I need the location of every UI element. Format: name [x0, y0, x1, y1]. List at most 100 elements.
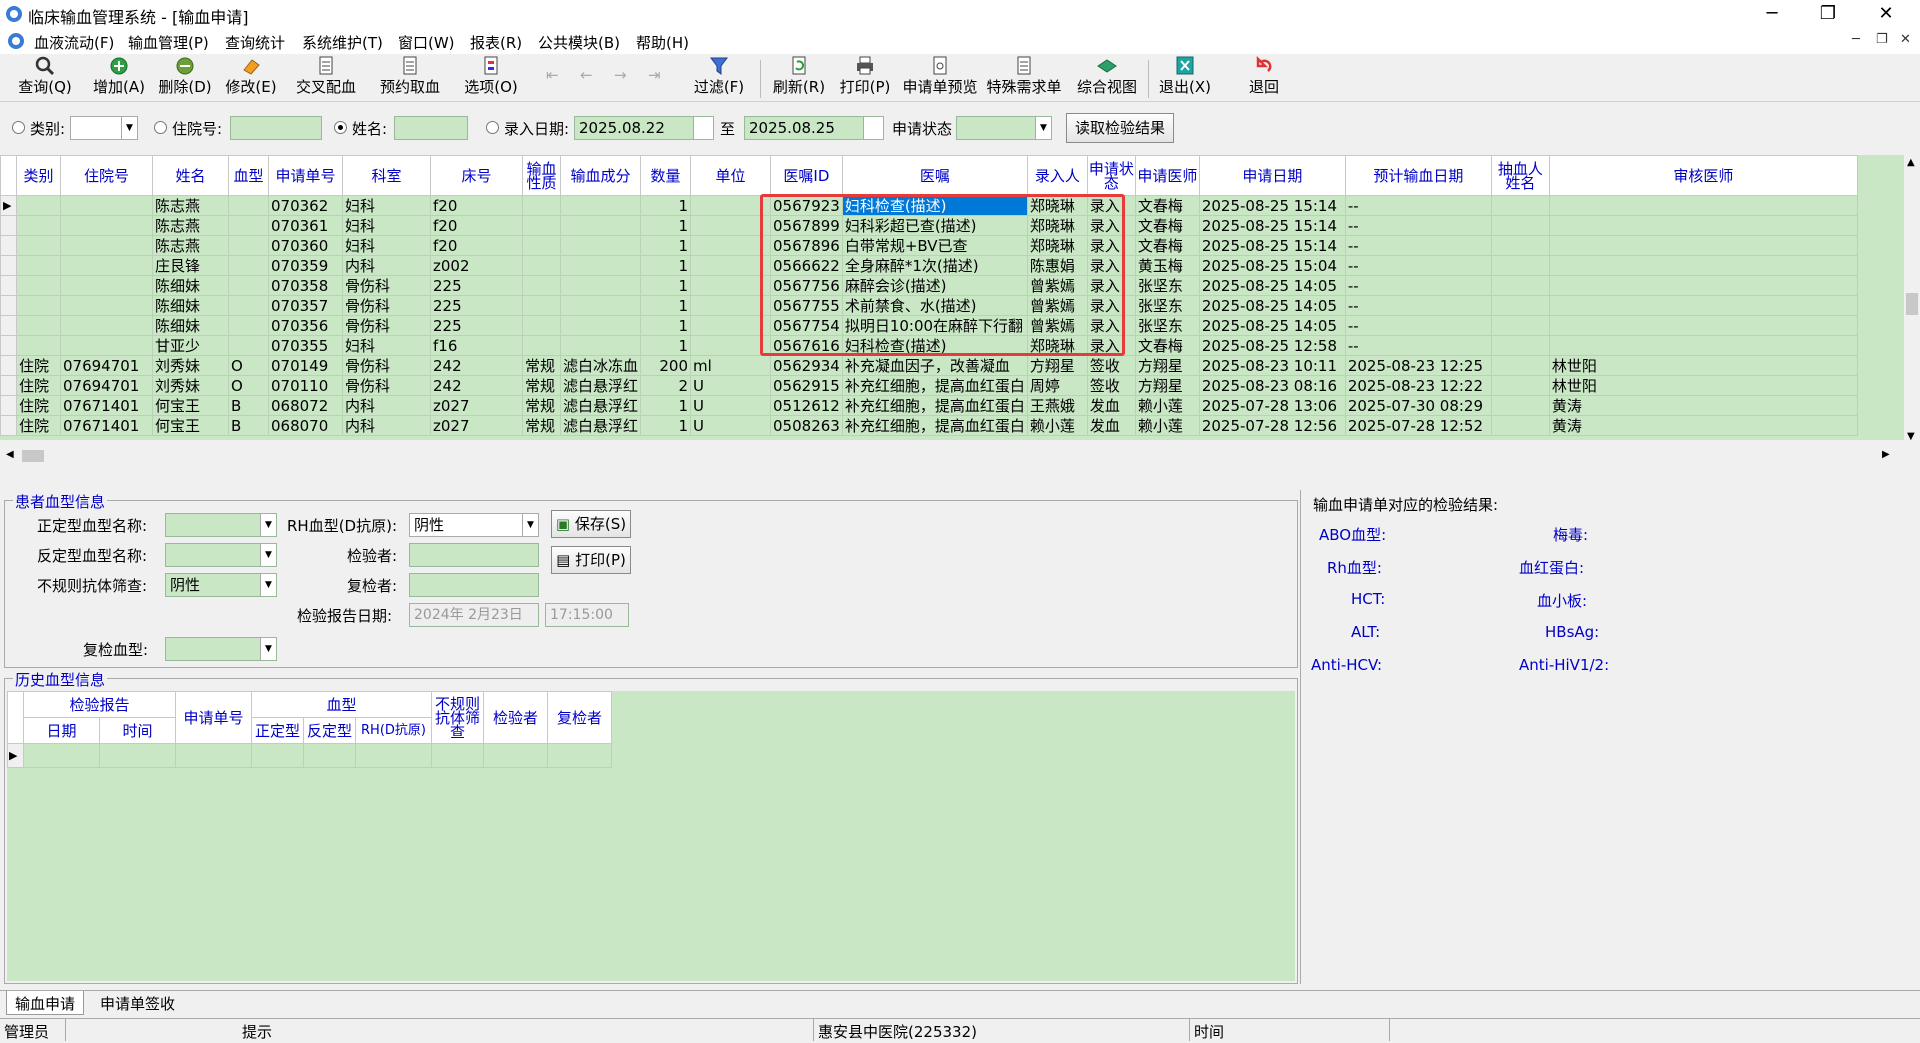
column-header[interactable]: 类别 — [16, 155, 61, 196]
table-cell[interactable]: -- — [1344, 275, 1492, 296]
table-cell[interactable] — [1548, 335, 1858, 356]
rechecker-input[interactable] — [409, 573, 539, 597]
column-header[interactable]: 医嘱 — [841, 155, 1028, 196]
table-cell[interactable]: 文春梅 — [1134, 195, 1200, 216]
table-cell[interactable]: 200 — [640, 355, 692, 376]
crossmatch-button[interactable]: 交叉配血 — [290, 56, 362, 100]
menu-transfusion-mgmt[interactable]: 输血管理(P) — [128, 32, 209, 53]
table-cell[interactable]: 张坚东 — [1134, 315, 1200, 336]
table-cell[interactable]: 0567923 — [770, 195, 843, 216]
table-cell[interactable]: 发血 — [1086, 415, 1136, 436]
refresh-button[interactable]: 刷新(R) — [768, 56, 830, 100]
table-cell[interactable]: 曾紫嫣 — [1026, 315, 1088, 336]
table-cell[interactable]: 王燕娥 — [1026, 395, 1088, 416]
table-cell[interactable] — [1490, 195, 1550, 216]
table-cell[interactable]: 妇科 — [342, 335, 431, 356]
table-cell[interactable]: 常规 — [522, 395, 561, 416]
table-cell[interactable]: 0508263 — [770, 415, 843, 436]
reverse-type-select[interactable]: ▼ — [165, 543, 277, 567]
table-cell[interactable]: 2025-08-25 14:05 — [1198, 315, 1346, 336]
table-cell[interactable]: f20 — [430, 215, 523, 236]
column-header[interactable]: 审核医师 — [1548, 155, 1858, 196]
table-cell[interactable]: 内科 — [342, 415, 431, 436]
table-cell[interactable]: 2 — [640, 375, 692, 396]
mdi-restore-button[interactable]: ❐ — [1876, 32, 1888, 47]
table-cell[interactable]: 07694701 — [60, 355, 153, 376]
table-cell[interactable] — [1548, 195, 1858, 216]
table-cell[interactable] — [60, 195, 153, 216]
table-cell[interactable] — [16, 195, 61, 216]
date-to-input[interactable]: 2025.08.25 — [744, 116, 884, 140]
table-cell[interactable]: 070362 — [268, 195, 343, 216]
table-cell[interactable]: 陈细妹 — [152, 295, 229, 316]
table-cell[interactable] — [690, 335, 772, 356]
table-cell[interactable]: 拟明日10:00在麻醉下行翻 — [841, 315, 1028, 336]
table-row[interactable]: 甘亚少 070355 妇科 f16 1 0567616 妇科检查(描述) 郑晓琳 录入 文春梅 20… — [0, 335, 1858, 356]
table-cell[interactable]: 0567616 — [770, 335, 843, 356]
table-cell[interactable] — [1490, 255, 1550, 276]
table-cell[interactable]: U — [690, 375, 772, 396]
reserve-blood-button[interactable]: 预约取血 — [374, 56, 446, 100]
column-header[interactable]: 申请医师 — [1134, 155, 1200, 196]
menu-query-stats[interactable]: 查询统计 — [225, 32, 285, 53]
report-time-input[interactable]: 17:15:00 — [545, 603, 629, 627]
table-cell[interactable] — [690, 255, 772, 276]
table-cell[interactable]: 滤白冰冻血 — [559, 355, 642, 376]
table-cell[interactable]: 庄艮锋 — [152, 255, 229, 276]
application-grid[interactable]: 类别 住院号 姓名 血型 申请单号 科室 床号 输血性质 输血成分 数量 单位 医嘱ID 医嘱 录入人 申请… — [0, 155, 1904, 440]
table-cell[interactable]: 甘亚少 — [152, 335, 229, 356]
table-cell[interactable] — [1490, 275, 1550, 296]
table-cell[interactable]: 陈志燕 — [152, 235, 229, 256]
table-cell[interactable] — [60, 215, 153, 236]
table-cell[interactable] — [522, 275, 561, 296]
save-button[interactable]: ▣ 保存(S) — [551, 510, 631, 538]
table-cell[interactable] — [228, 195, 269, 216]
column-header[interactable]: 床号 — [430, 155, 523, 196]
table-cell[interactable]: 070149 — [268, 355, 343, 376]
history-cell[interactable] — [251, 743, 304, 768]
table-cell[interactable]: 郑晓琳 — [1026, 215, 1088, 236]
table-cell[interactable]: U — [690, 395, 772, 416]
table-cell[interactable]: 麻醉会诊(描述) — [841, 275, 1028, 296]
column-header[interactable]: 血型 — [228, 155, 269, 196]
table-cell[interactable]: 07671401 — [60, 415, 153, 436]
table-cell[interactable]: 陈细妹 — [152, 275, 229, 296]
table-cell[interactable] — [228, 255, 269, 276]
table-cell[interactable] — [559, 315, 642, 336]
hscroll-thumb[interactable] — [22, 450, 44, 462]
table-cell[interactable] — [1490, 295, 1550, 316]
table-cell[interactable]: 242 — [430, 375, 523, 396]
table-cell[interactable]: f16 — [430, 335, 523, 356]
table-cell[interactable] — [690, 195, 772, 216]
table-cell[interactable] — [60, 275, 153, 296]
table-cell[interactable]: 0567896 — [770, 235, 843, 256]
table-cell[interactable] — [1548, 275, 1858, 296]
table-cell[interactable] — [228, 275, 269, 296]
history-cell[interactable] — [99, 743, 176, 768]
table-cell[interactable]: 住院 — [16, 395, 61, 416]
category-radio[interactable] — [12, 121, 25, 134]
table-cell[interactable]: 070356 — [268, 315, 343, 336]
table-cell[interactable] — [60, 335, 153, 356]
preview-button[interactable]: 申请单预览 — [898, 56, 982, 100]
name-radio[interactable] — [334, 121, 347, 134]
table-cell[interactable]: 070358 — [268, 275, 343, 296]
table-cell[interactable]: 签收 — [1086, 355, 1136, 376]
table-cell[interactable] — [228, 315, 269, 336]
table-row[interactable]: 陈细妹 070356 骨伤科 225 1 0567754 拟明日10:00在麻醉下行翻 曾紫嫣… — [0, 315, 1858, 336]
irregular-antibody-select[interactable]: 阴性 ▼ — [165, 573, 277, 597]
table-cell[interactable] — [228, 215, 269, 236]
table-cell[interactable]: 1 — [640, 395, 692, 416]
table-cell[interactable]: 方翔星 — [1134, 355, 1200, 376]
table-cell[interactable]: 常规 — [522, 375, 561, 396]
table-cell[interactable] — [1490, 215, 1550, 236]
table-cell[interactable] — [522, 255, 561, 276]
table-cell[interactable] — [690, 215, 772, 236]
row-header[interactable] — [0, 355, 17, 376]
table-cell[interactable]: 林世阳 — [1548, 355, 1858, 376]
table-cell[interactable]: 070357 — [268, 295, 343, 316]
table-cell[interactable]: 2025-08-25 15:04 — [1198, 255, 1346, 276]
table-cell[interactable]: 陈志燕 — [152, 215, 229, 236]
table-cell[interactable]: 070360 — [268, 235, 343, 256]
table-cell[interactable]: 1 — [640, 195, 692, 216]
